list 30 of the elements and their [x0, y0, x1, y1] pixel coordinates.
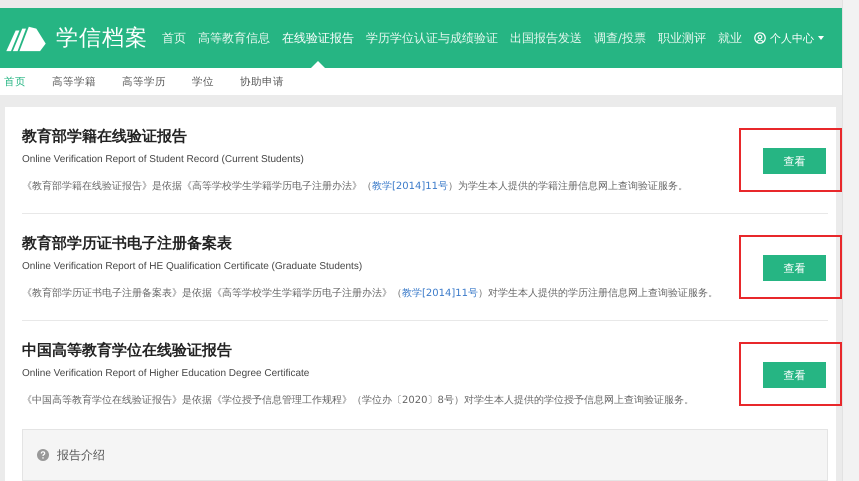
- sub-nav-tab[interactable]: 协助申请: [240, 74, 284, 88]
- report-description: 《中国高等教育学位在线验证报告》是依据《学位授予信息管理工作规程》（学位办〔2020〕8号）对学生本人提供的学位授予信息网上查询验证服务。: [22, 394, 694, 407]
- nav-tab[interactable]: 出国报告发送: [504, 8, 588, 68]
- nav-tab[interactable]: 职业测评: [652, 8, 712, 68]
- regulation-link[interactable]: 教学[2014]11号: [402, 288, 478, 299]
- site-logo-text[interactable]: 学信档案: [56, 23, 148, 53]
- report-title: 教育部学历证书电子注册备案表: [22, 234, 233, 253]
- report-subtitle: Online Verification Report of Higher Education Degree Certificate: [22, 368, 310, 379]
- view-button[interactable]: 查看: [763, 255, 826, 281]
- report-subtitle: Online Verification Report of Student Record (Current Students): [22, 154, 305, 165]
- regulation-link[interactable]: 教学[2014]11号: [372, 181, 448, 192]
- report-description: 《教育部学籍在线验证报告》是依据《高等学校学生学籍学历电子注册办法》（教学[2014]11号）为学生本人提供的学籍注册信息网上查询验证服务。: [22, 180, 688, 193]
- sub-nav-tab[interactable]: 高等学籍: [52, 74, 96, 88]
- nav-tab[interactable]: 学历学位认证与成绩验证: [360, 8, 504, 68]
- nav-tab[interactable]: 高等教育信息: [192, 8, 276, 68]
- view-button[interactable]: 查看: [763, 362, 826, 388]
- report-title: 中国高等教育学位在线验证报告: [22, 341, 233, 360]
- sub-nav-tab[interactable]: 高等学历: [122, 74, 166, 88]
- intro-panel-title: 报告介绍: [57, 446, 105, 464]
- nav-tab[interactable]: 在线验证报告: [276, 8, 360, 68]
- user-menu[interactable]: 个人中心: [754, 30, 824, 46]
- sub-nav-tab[interactable]: 学位: [192, 74, 214, 88]
- nav-tab[interactable]: 调查/投票: [588, 8, 652, 68]
- report-title: 教育部学籍在线验证报告: [22, 127, 188, 146]
- view-button[interactable]: 查看: [763, 148, 826, 174]
- report-description: 《教育部学历证书电子注册备案表》是依据《高等学校学生学籍学历电子注册办法》（教学[2014]11号）对学生本人提供的学历注册信息网上查询验证服务。: [22, 286, 718, 300]
- nav-tab[interactable]: 首页: [156, 8, 192, 68]
- sub-nav-tab[interactable]: 首页: [4, 74, 26, 88]
- nav-tab[interactable]: 就业: [712, 8, 748, 68]
- report-subtitle: Online Verification Report of HE Qualification Certificate (Graduate Students): [22, 261, 364, 272]
